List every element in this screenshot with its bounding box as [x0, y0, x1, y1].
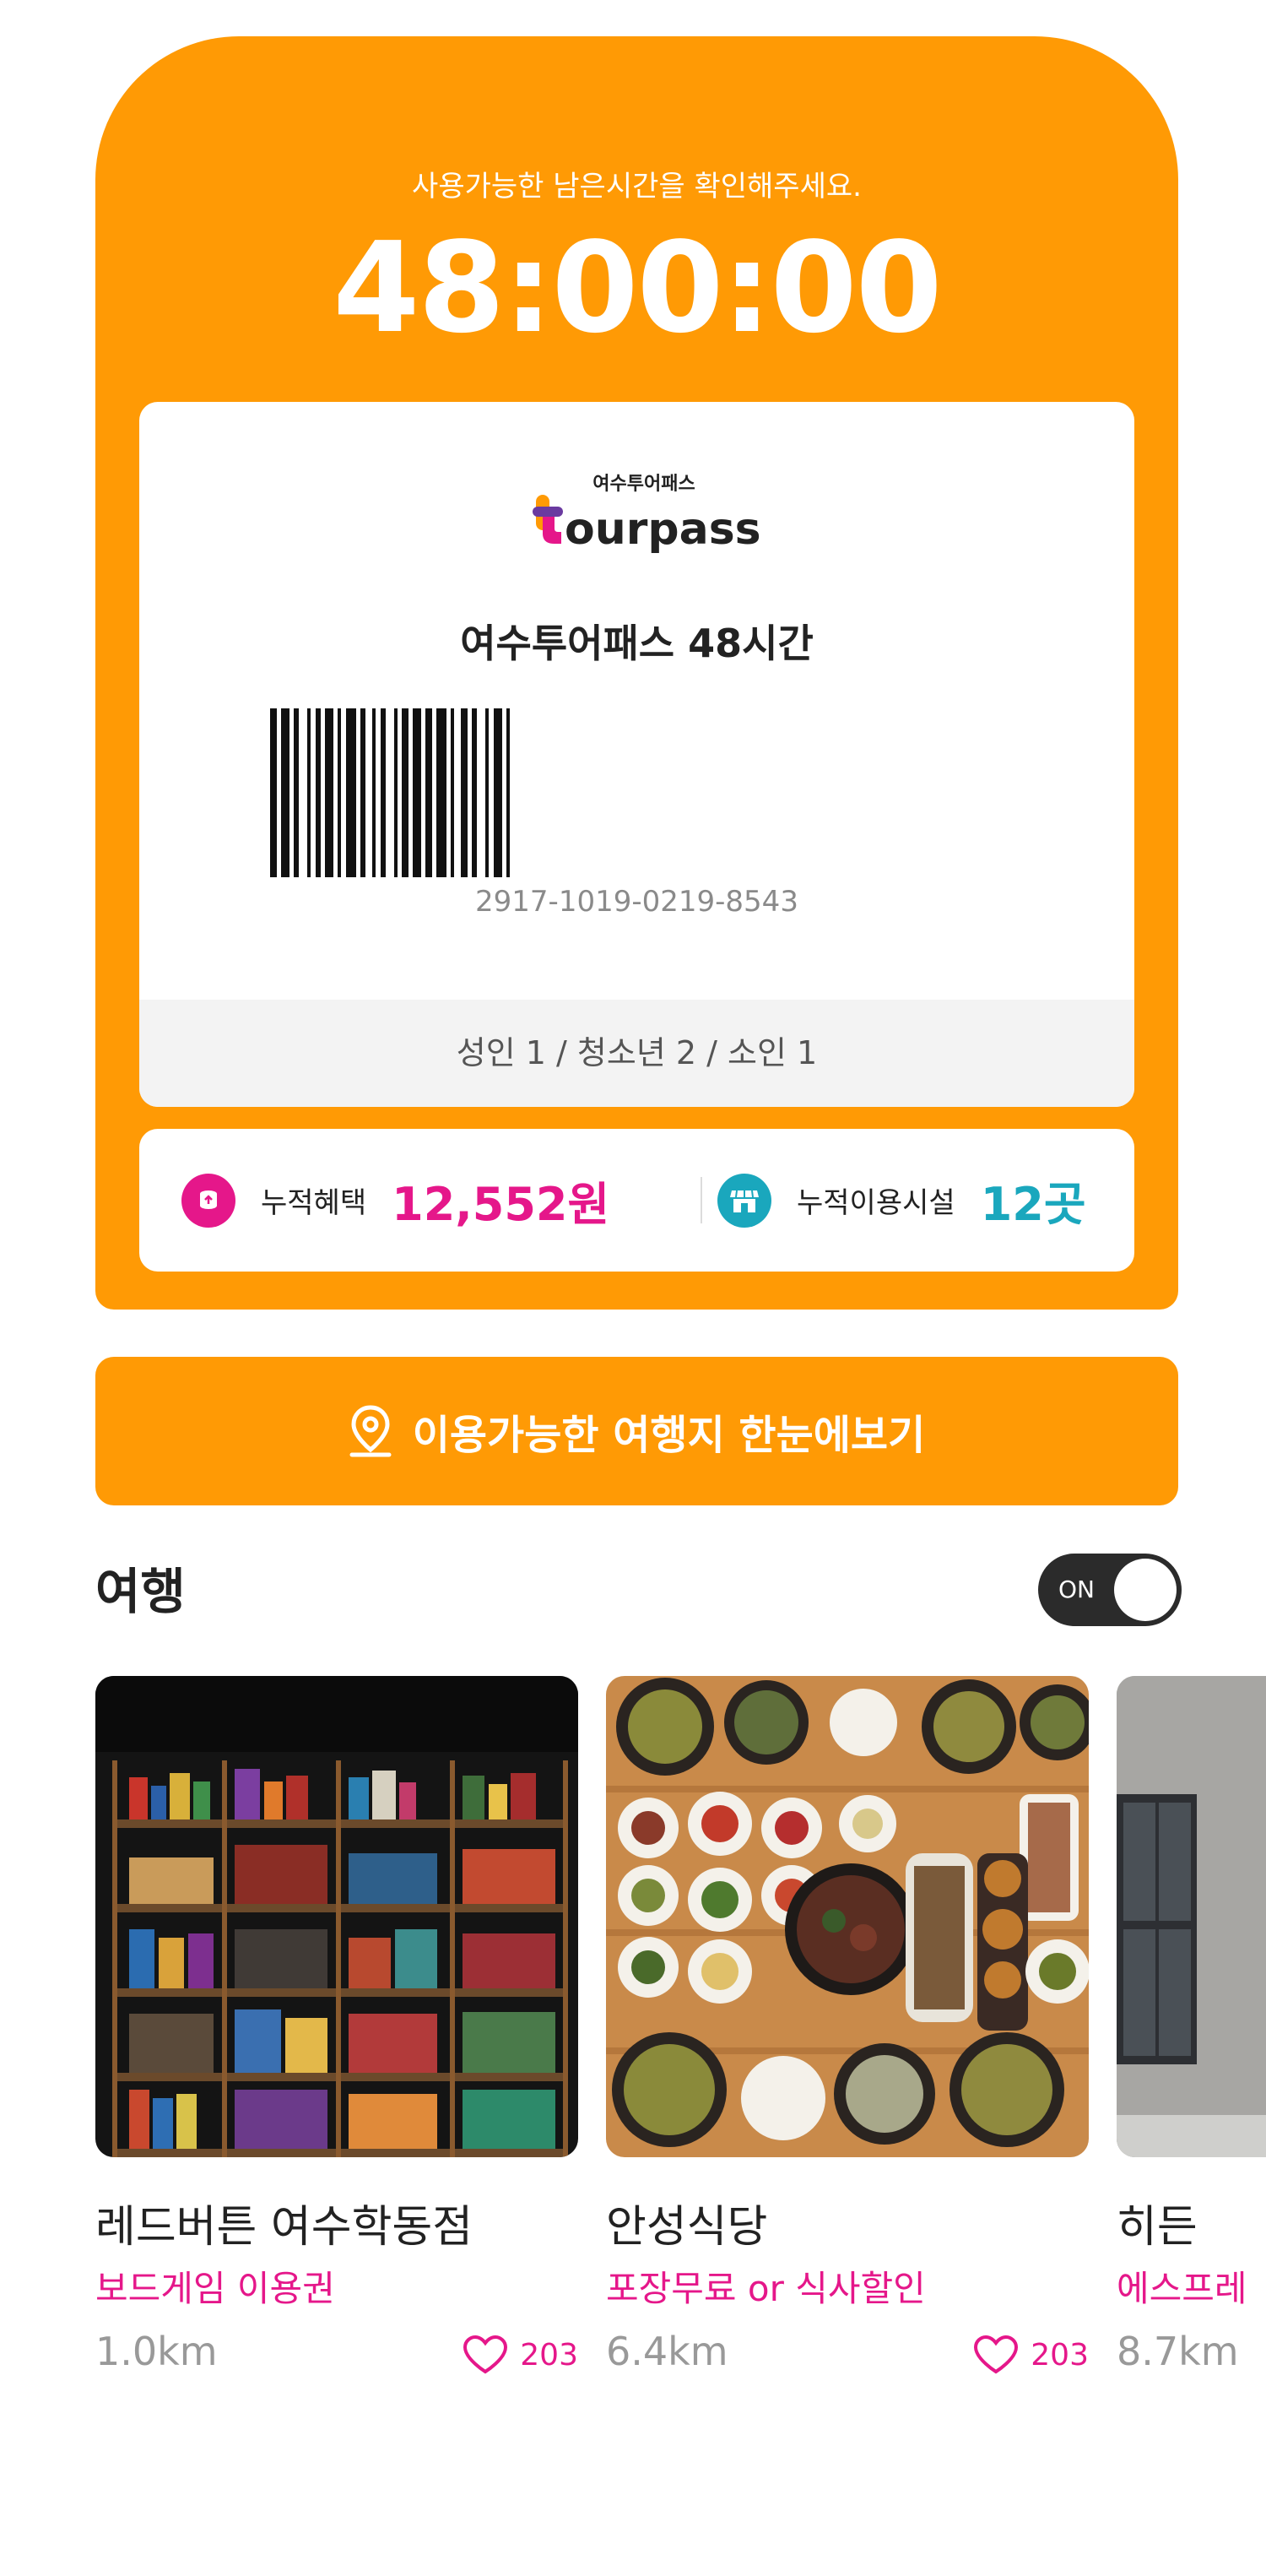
barcode-bar	[372, 708, 376, 877]
like-count: 203	[520, 2337, 578, 2373]
stats-divider	[701, 1177, 702, 1223]
barcode	[270, 708, 510, 877]
place-photo-building-exterior	[1117, 1676, 1266, 2157]
barcode-bar	[270, 708, 277, 877]
place-distance: 8.7km	[1117, 2329, 1239, 2374]
coins-icon	[181, 1173, 235, 1228]
view-destinations-label: 이용가능한 여행지 한눈에보기	[412, 1412, 926, 1459]
place-name: 히든	[1117, 2202, 1198, 2253]
tour-pass-card: 사용가능한 남은시간을 확인해주세요. 48:00:00 여수투어패스 ourp…	[95, 36, 1178, 1310]
passenger-counts: 성인 1 / 청소년 2 / 소인 1	[139, 1000, 1134, 1107]
barcode-bar	[316, 708, 321, 877]
travel-section-title: 여행	[95, 1563, 186, 1620]
travel-toggle[interactable]: ON	[1038, 1554, 1182, 1626]
barcode-bar	[494, 708, 502, 877]
benefit-label: 누적혜택	[261, 1186, 367, 1220]
place-benefit: 보드게임 이용권	[95, 2268, 335, 2309]
place-name: 레드버튼 여수학동점	[95, 2202, 473, 2253]
like-button[interactable]: 203	[463, 2335, 578, 2375]
barcode-bar	[472, 708, 477, 877]
facility-stat: 누적이용시설 12곳	[717, 1129, 1086, 1272]
barcode-bar	[281, 708, 289, 877]
benefit-stat: 누적혜택 12,552원	[181, 1129, 609, 1272]
place-benefit: 에스프레	[1117, 2268, 1247, 2309]
barcode-bar	[485, 708, 489, 877]
barcode-bar	[307, 708, 311, 877]
place-name: 안성식당	[606, 2202, 768, 2253]
barcode-bar	[413, 708, 421, 877]
heart-icon	[463, 2335, 508, 2374]
map-pin-icon	[349, 1405, 392, 1457]
usage-stats: 누적혜택 12,552원 누적이용시설 12곳	[139, 1129, 1134, 1272]
like-button[interactable]: 203	[973, 2335, 1089, 2375]
place-card[interactable]: 히든 에스프레 8.7km	[1117, 1676, 1266, 2374]
places-carousel[interactable]: 레드버튼 여수학동점 보드게임 이용권 1.0km 203 안성식당 포장무료 …	[95, 1676, 1266, 2394]
barcode-bar	[325, 708, 333, 877]
place-card[interactable]: 안성식당 포장무료 or 식사할인 6.4km 203	[606, 1676, 1089, 2374]
benefit-value: 12,552원	[392, 1178, 610, 1231]
barcode-bar	[346, 708, 356, 877]
facility-label: 누적이용시설	[797, 1186, 955, 1220]
place-benefit: 포장무료 or 식사할인	[606, 2268, 926, 2309]
view-destinations-button[interactable]: 이용가능한 여행지 한눈에보기	[95, 1357, 1178, 1505]
store-icon	[717, 1173, 771, 1228]
barcode-bar	[360, 708, 365, 877]
barcode-bar	[436, 708, 446, 877]
heart-icon	[974, 2335, 1019, 2374]
barcode-bar	[338, 708, 341, 877]
facility-value: 12곳	[980, 1178, 1086, 1231]
toggle-label: ON	[1058, 1575, 1095, 1603]
place-distance: 6.4km	[606, 2329, 728, 2374]
ticket-title: 여수투어패스 48시간	[460, 621, 814, 666]
svg-text:ourpass: ourpass	[565, 504, 761, 555]
tourpass-logo: 여수투어패스 ourpass	[139, 463, 1134, 556]
barcode-bar	[294, 708, 299, 877]
place-photo-board-game-shelves	[95, 1676, 578, 2157]
remaining-time-counter: 48:00:00	[333, 215, 942, 361]
place-card[interactable]: 레드버튼 여수학동점 보드게임 이용권 1.0km 203	[95, 1676, 578, 2374]
barcode-bar	[394, 708, 398, 877]
barcode-bar	[461, 708, 468, 877]
svg-text:여수투어패스: 여수투어패스	[592, 474, 695, 495]
remaining-time-caption: 사용가능한 남은시간을 확인해주세요.	[412, 170, 862, 203]
place-photo-korean-table-dishes	[606, 1676, 1089, 2157]
like-count: 203	[1031, 2337, 1089, 2373]
toggle-knob	[1114, 1559, 1177, 1621]
barcode-bar	[425, 708, 432, 877]
barcode-bar	[451, 708, 454, 877]
place-distance: 1.0km	[95, 2329, 218, 2374]
barcode-bar	[506, 708, 510, 877]
barcode-bar	[402, 708, 408, 877]
barcode-bar	[381, 708, 386, 877]
barcode-number: 2917-1019-0219-8543	[475, 885, 798, 919]
ticket: 여수투어패스 ourpass 여수투어패스 48시간 2917-1019-021…	[139, 402, 1134, 1107]
